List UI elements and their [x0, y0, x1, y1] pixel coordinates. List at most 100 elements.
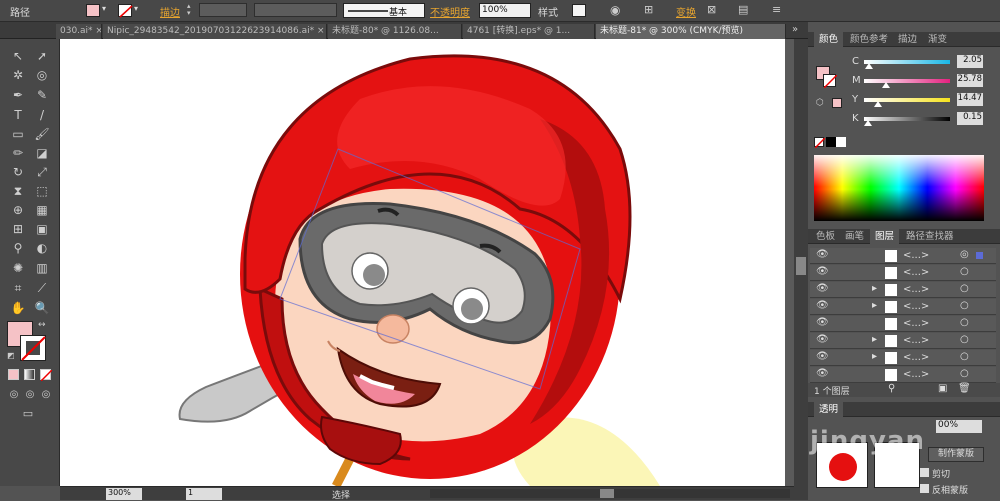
tab-gradient[interactable]: 渐变	[923, 32, 952, 47]
document-tab[interactable]: Nipic_29483542_20190703122623914086.ai* …	[103, 24, 327, 39]
tab-color[interactable]: 颜色	[814, 32, 844, 47]
column-graph-tool-icon[interactable]: ▥	[32, 259, 52, 277]
document-tab[interactable]: 4761 [转换].eps* @ 1...	[463, 24, 595, 39]
tab-layers[interactable]: 图层	[870, 229, 900, 244]
layer-row[interactable]: 👁 ▸ <...> ○	[810, 282, 996, 298]
expand-arrow-icon[interactable]: ▸	[872, 334, 877, 345]
target-icon[interactable]: ○	[960, 334, 969, 345]
shape-builder-tool-icon[interactable]: ⊕	[8, 201, 28, 219]
layer-row[interactable]: 👁 <...> ○	[810, 367, 996, 383]
expand-arrow-icon[interactable]: ▸	[872, 351, 877, 362]
expand-arrow-icon[interactable]: ▸	[872, 300, 877, 311]
artboard-tool-icon[interactable]: ⌗	[8, 279, 28, 297]
symbol-sprayer-tool-icon[interactable]: ✺	[8, 259, 28, 277]
variable-width-dropdown[interactable]	[254, 3, 337, 17]
align-icon[interactable]: ⊞	[644, 3, 653, 16]
tab-swatches[interactable]: 色板	[811, 229, 840, 244]
curvature-tool-icon[interactable]: ✎	[32, 86, 52, 104]
slider-thumb-c[interactable]	[865, 63, 873, 69]
invert-mask-checkbox[interactable]	[920, 484, 929, 493]
pen-tool-icon[interactable]: ✒	[8, 86, 28, 104]
color-mode-icon[interactable]	[8, 369, 19, 380]
brush-definition-dropdown[interactable]: 基本	[343, 3, 425, 18]
layer-row[interactable]: 👁 ▸ <...> ○	[810, 299, 996, 315]
width-tool-icon[interactable]: ⧗	[8, 182, 28, 200]
color-spectrum[interactable]	[814, 155, 984, 221]
swap-fill-stroke-icon[interactable]: ↔	[38, 320, 46, 330]
white-swatch[interactable]	[836, 137, 846, 147]
channel-value-k[interactable]: 0.15	[957, 112, 983, 125]
slider-track-m[interactable]	[864, 79, 950, 83]
slider-thumb-y[interactable]	[874, 101, 882, 107]
vertical-scrollbar[interactable]	[794, 39, 808, 500]
channel-value-c[interactable]: 2.05	[957, 55, 983, 68]
type-tool-icon[interactable]: T	[8, 106, 28, 124]
new-layer-icon[interactable]: ▣	[938, 383, 947, 394]
slider-thumb-k[interactable]	[864, 120, 872, 126]
target-icon[interactable]: ◎	[960, 249, 969, 260]
stroke-swatch[interactable]	[118, 4, 133, 18]
gradient-tool-icon[interactable]: ▣	[32, 220, 52, 238]
opacity-input[interactable]: 100%	[479, 3, 531, 18]
eye-icon[interactable]: 👁	[816, 351, 829, 362]
rotate-tool-icon[interactable]: ↻	[8, 163, 28, 181]
mesh-tool-icon[interactable]: ⊞	[8, 220, 28, 238]
none-mode-icon[interactable]	[40, 369, 52, 381]
slider-track-c[interactable]	[864, 60, 950, 64]
target-icon[interactable]: ○	[960, 351, 969, 362]
target-icon[interactable]: ○	[960, 266, 969, 277]
stroke-weight-stepper[interactable]: ▴ ▾	[187, 3, 197, 18]
eye-icon[interactable]: 👁	[816, 334, 829, 345]
tab-pathfinder[interactable]: 路径查找器	[901, 229, 959, 244]
tab-brushes[interactable]: 画笔	[840, 229, 869, 244]
blend-tool-icon[interactable]: ◐	[32, 239, 52, 257]
target-icon[interactable]: ○	[960, 317, 969, 328]
magic-wand-tool-icon[interactable]: ✲	[8, 66, 28, 84]
layer-row[interactable]: 👁 <...> ○	[810, 265, 996, 281]
delete-layer-icon[interactable]: 🗑	[958, 383, 971, 394]
slider-track-k[interactable]	[864, 117, 950, 121]
eraser-tool-icon[interactable]: ◪	[32, 144, 52, 162]
locate-object-icon[interactable]: ⚲	[888, 383, 895, 394]
zoom-input[interactable]: 300%	[106, 488, 142, 500]
page-input[interactable]: 1	[186, 488, 222, 500]
fill-dropdown-icon[interactable]: ▾	[102, 4, 106, 13]
graphic-style-swatch[interactable]	[572, 4, 586, 17]
target-icon[interactable]: ○	[960, 300, 969, 311]
gradient-mode-icon[interactable]	[24, 369, 35, 380]
document-tab[interactable]: 030.ai* ×	[56, 24, 102, 39]
artboard[interactable]	[60, 39, 785, 486]
isolate-icon[interactable]: ⊠	[707, 3, 716, 16]
globe-icon[interactable]: ◉	[610, 3, 620, 17]
eye-icon[interactable]: 👁	[816, 300, 829, 311]
line-tool-icon[interactable]: /	[32, 106, 52, 124]
horizontal-scrollbar[interactable]	[430, 489, 790, 498]
target-icon[interactable]: ○	[960, 368, 969, 379]
expand-arrow-icon[interactable]: ▸	[872, 283, 877, 294]
scroll-thumb-horizontal[interactable]	[600, 489, 614, 498]
direct-selection-tool-icon[interactable]: ➚	[32, 47, 52, 65]
hand-tool-icon[interactable]: ✋	[8, 299, 28, 317]
tab-overflow-icon[interactable]: »	[792, 24, 798, 35]
layer-row[interactable]: 👁 ▸ <...> ○	[810, 333, 996, 349]
rectangle-tool-icon[interactable]: ▭	[8, 125, 28, 143]
stroke-weight-input[interactable]	[199, 3, 247, 17]
document-tab-active[interactable]: 未标题-81* @ 300% (CMYK/预览)	[596, 24, 786, 39]
layer-row[interactable]: 👁 <...> ◎	[810, 248, 996, 264]
paintbrush-tool-icon[interactable]: 🖌	[32, 125, 52, 143]
black-swatch[interactable]	[826, 137, 836, 147]
scale-tool-icon[interactable]: ⤢	[32, 163, 52, 181]
arrange-icon[interactable]: ▤	[738, 3, 748, 16]
layer-row[interactable]: 👁 ▸ <...> ○	[810, 350, 996, 366]
channel-value-y[interactable]: 14.47	[957, 93, 983, 106]
panel-menu-icon[interactable]: ≡	[772, 3, 781, 16]
perspective-grid-tool-icon[interactable]: ▦	[32, 201, 52, 219]
channel-value-m[interactable]: 25.78	[957, 74, 983, 87]
screen-mode-icon[interactable]: ▭	[18, 405, 38, 423]
eye-icon[interactable]: 👁	[816, 368, 829, 379]
scroll-thumb[interactable]	[796, 257, 806, 275]
opacity-label[interactable]: 不透明度	[430, 4, 470, 19]
make-mask-button[interactable]: 制作蒙版	[928, 447, 984, 462]
eye-icon[interactable]: 👁	[816, 317, 829, 328]
slider-thumb-m[interactable]	[882, 82, 890, 88]
